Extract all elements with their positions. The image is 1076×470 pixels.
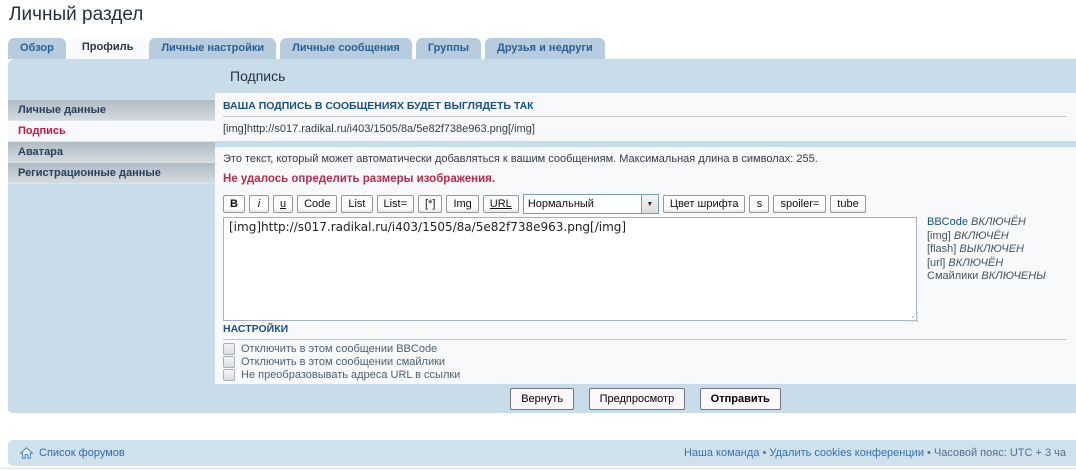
options-section-header: НАСТРОЙКИ (223, 323, 1066, 335)
checkbox-row-no-url-links: Не преобразовывать адреса URL в ссылки (223, 368, 460, 381)
home-icon (20, 447, 33, 459)
page-title: Личный раздел (9, 4, 143, 26)
tab-groups[interactable]: Группы (416, 38, 481, 59)
reset-button[interactable]: Вернуть (510, 388, 574, 410)
status-state: ВКЛЮЧЁН (948, 257, 1003, 269)
bottom-divider (0, 468, 1076, 469)
signature-edit-panel: Это текст, который может автоматически д… (215, 147, 1076, 384)
ucp-content: Подпись ВАША ПОДПИСЬ В СООБЩЕНИЯХ БУДЕТ … (215, 59, 1076, 413)
status-label: [flash] (927, 243, 956, 255)
footer-separator: • (762, 447, 766, 459)
options-checkboxes: Отключить в этом сообщении BBCode Отключ… (223, 342, 460, 381)
checkbox-label: Не преобразовывать адреса URL в ссылки (241, 369, 460, 381)
forum-list-link[interactable]: Список форумов (20, 447, 125, 459)
bbcode-toolbar: B i u Code List List= [*] Img URL Нормал… (223, 194, 866, 214)
footer-separator: • (927, 447, 931, 459)
tab-friends-foes[interactable]: Друзья и недруги (485, 38, 605, 59)
spoiler-button[interactable]: spoiler= (773, 195, 826, 213)
font-color-button[interactable]: Цвет шрифта (663, 195, 746, 213)
status-state: ВКЛЮЧЁН (971, 216, 1026, 228)
checkbox-row-disable-smilies: Отключить в этом сообщении смайлики (223, 355, 460, 368)
image-size-error: Не удалось определить размеры изображени… (223, 173, 495, 185)
signature-preview-panel: ВАША ПОДПИСЬ В СООБЩЕНИЯХ БУДЕТ ВЫГЛЯДЕТ… (215, 93, 1076, 141)
signature-description: Это текст, который может автоматически д… (223, 153, 818, 165)
preview-section-header: ВАША ПОДПИСЬ В СООБЩЕНИЯХ БУДЕТ ВЫГЛЯДЕТ… (223, 100, 1066, 112)
disable-bbcode-checkbox[interactable] (223, 343, 235, 355)
img-button[interactable]: Img (446, 195, 478, 213)
sidebar-item-signature[interactable]: Подпись (8, 121, 215, 142)
font-size-select[interactable]: Нормальный ▼ (523, 194, 659, 214)
ucp-main-panel: Личные данные Подпись Аватара Регистраци… (8, 59, 1076, 413)
checkbox-row-disable-bbcode: Отключить в этом сообщении BBCode (223, 342, 460, 355)
status-bbcode: BBCode ВКЛЮЧЁН (927, 216, 1046, 230)
status-label: [url] (927, 257, 945, 269)
preview-divider (223, 116, 1066, 117)
status-url: [url] ВКЛЮЧЁН (927, 257, 1046, 271)
forum-list-label: Список форумов (39, 447, 125, 459)
ucp-tabbar: Обзор Профиль Личные настройки Личные со… (8, 38, 605, 59)
team-link[interactable]: Наша команда (684, 447, 759, 459)
tube-button[interactable]: tube (830, 195, 865, 213)
underline-button[interactable]: u (273, 195, 293, 213)
tab-personal-settings[interactable]: Личные настройки (149, 38, 276, 59)
page-footer: Список форумов Наша команда • Удалить co… (8, 440, 1076, 466)
list-item-button[interactable]: [*] (418, 195, 442, 213)
chevron-down-icon: ▼ (641, 195, 658, 213)
status-state: ВКЛЮЧЁН (954, 230, 1009, 242)
italic-button[interactable]: i (249, 195, 269, 213)
ucp-page: Личный раздел Обзор Профиль Личные настр… (0, 0, 1076, 470)
footer-links: Наша команда • Удалить cookies конференц… (684, 447, 1066, 459)
status-img: [img] ВКЛЮЧЁН (927, 230, 1046, 244)
strike-button[interactable]: s (749, 195, 769, 213)
status-flash: [flash] ВЫКЛЮЧЕН (927, 243, 1046, 257)
options-divider (223, 339, 1066, 340)
status-state: ВКЛЮЧЕНЫ (981, 270, 1046, 282)
signature-textarea[interactable]: [img]http://s017.radikal.ru/i403/1505/8a… (223, 217, 917, 321)
sidebar-item-avatar[interactable]: Аватара (8, 142, 215, 163)
no-url-links-checkbox[interactable] (223, 369, 235, 381)
options-block: НАСТРОЙКИ (223, 323, 1066, 340)
bbcode-status-list: BBCode ВКЛЮЧЁН [img] ВКЛЮЧЁН [flash] ВЫК… (927, 216, 1046, 284)
submit-button[interactable]: Отправить (700, 388, 781, 410)
signature-textarea-wrap: [img]http://s017.radikal.ru/i403/1505/8a… (223, 217, 917, 321)
status-label: Смайлики (927, 270, 978, 282)
tab-private-messages[interactable]: Личные сообщения (280, 38, 412, 59)
tab-overview[interactable]: Обзор (8, 38, 66, 59)
url-button[interactable]: URL (483, 195, 519, 213)
timezone-text: Часовой пояс: UTC + 3 ча (934, 447, 1066, 459)
code-button[interactable]: Code (297, 195, 337, 213)
preview-button[interactable]: Предпросмотр (589, 388, 686, 410)
disable-smilies-checkbox[interactable] (223, 356, 235, 368)
status-label: [img] (927, 230, 951, 242)
tab-profile[interactable]: Профиль (70, 37, 145, 59)
form-actions: Вернуть Предпросмотр Отправить (215, 388, 1076, 410)
status-smilies: Смайлики ВКЛЮЧЕНЫ (927, 270, 1046, 284)
status-state: ВЫКЛЮЧЕН (959, 243, 1024, 255)
sidebar-item-personal-data[interactable]: Личные данные (8, 100, 215, 121)
font-size-selected-value: Нормальный (524, 195, 641, 213)
checkbox-label: Отключить в этом сообщении BBCode (241, 343, 437, 355)
list-button[interactable]: List (341, 195, 372, 213)
checkbox-label: Отключить в этом сообщении смайлики (241, 356, 445, 368)
content-title: Подпись (230, 68, 285, 84)
delete-cookies-link[interactable]: Удалить cookies конференции (769, 447, 924, 459)
resize-grip-icon[interactable] (912, 316, 914, 318)
signature-preview-value: [img]http://s017.radikal.ru/i403/1505/8a… (223, 123, 1066, 135)
bbcode-link[interactable]: BBCode (927, 216, 968, 228)
list-eq-button[interactable]: List= (377, 195, 415, 213)
sidebar-item-registration-data[interactable]: Регистрационные данные (8, 163, 215, 184)
bold-button[interactable]: B (223, 195, 245, 213)
ucp-sidebar: Личные данные Подпись Аватара Регистраци… (8, 100, 215, 184)
